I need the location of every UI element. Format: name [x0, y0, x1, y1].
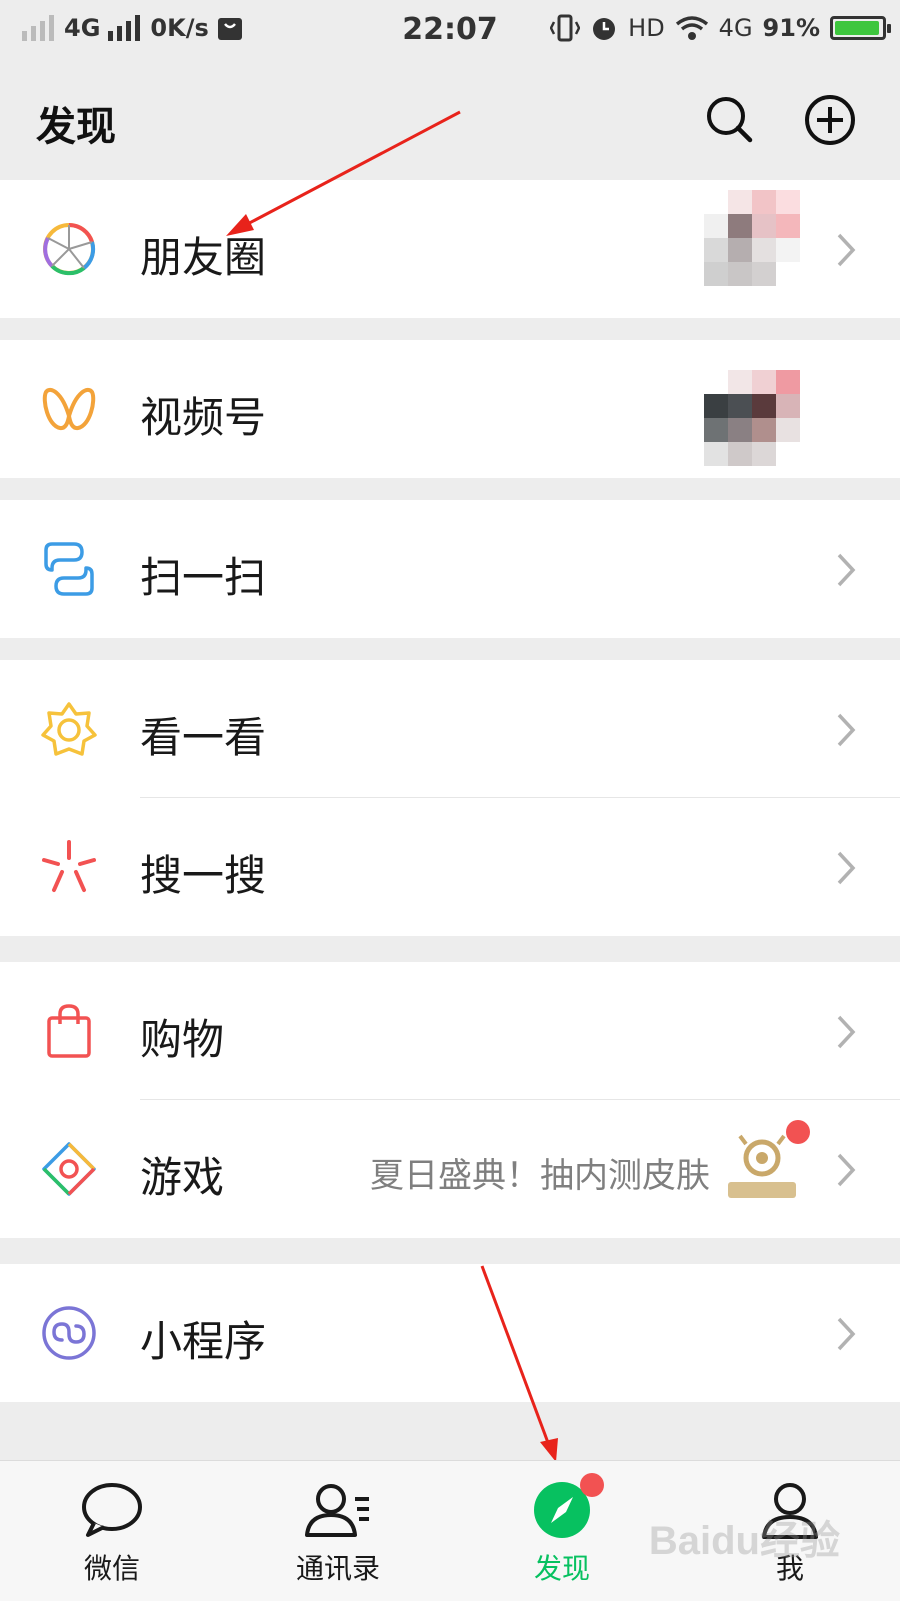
menu-label: 搜一搜 — [140, 851, 267, 900]
battery-percent: 91% — [762, 14, 820, 42]
menu-label: 购物 — [140, 1015, 225, 1064]
tab-label: 微信 — [83, 1552, 140, 1585]
group-shopping-games: 购物 游戏 夏日盛典！抽内测皮肤 — [0, 962, 900, 1238]
page-title: 发现 — [36, 104, 116, 150]
blurred-avatar — [704, 370, 800, 466]
top-stories-icon — [41, 702, 97, 756]
chevron-right-icon — [837, 553, 856, 587]
menu-label: 游戏 — [140, 1153, 225, 1202]
menu-item-top-stories[interactable]: 看一看 — [0, 660, 900, 798]
chevron-right-icon — [837, 713, 856, 747]
status-right: HD 4G 91% — [550, 14, 891, 42]
hd-label: HD — [628, 14, 665, 42]
group-channels: 视频号 — [0, 340, 900, 478]
chevron-right-icon — [837, 1015, 856, 1049]
add-button[interactable] — [802, 92, 858, 148]
search-spark-icon — [42, 840, 96, 892]
blurred-avatar — [704, 190, 800, 286]
plus-circle-icon — [805, 95, 855, 145]
tab-discover[interactable]: 发现 — [472, 1473, 652, 1597]
menu-item-search[interactable]: 搜一搜 — [0, 798, 900, 936]
header: 发现 — [0, 62, 900, 180]
watermark: Baidu经验 — [648, 1519, 840, 1563]
mini-program-icon — [42, 1306, 96, 1360]
honor-of-kings-logo-icon — [728, 1134, 796, 1198]
chevron-right-icon — [837, 1153, 856, 1187]
menu-item-channels[interactable]: 视频号 — [0, 340, 900, 478]
chat-bubble-icon — [82, 1483, 142, 1537]
chevron-right-icon — [837, 233, 856, 267]
tab-contacts[interactable]: 通讯录 — [248, 1481, 428, 1597]
menu-item-games[interactable]: 游戏 夏日盛典！抽内测皮肤 — [0, 1100, 900, 1238]
aperture-icon — [43, 222, 96, 276]
menu-label: 视频号 — [140, 393, 267, 442]
group-scan: 扫一扫 — [0, 500, 900, 638]
menu-item-mini-programs[interactable]: 小程序 — [0, 1264, 900, 1402]
network-label-right: 4G — [718, 14, 753, 42]
menu-label: 小程序 — [140, 1317, 267, 1366]
games-badge-dot — [786, 1120, 810, 1144]
battery-icon — [830, 16, 891, 40]
scan-icon — [44, 542, 94, 596]
vibrate-icon — [550, 14, 581, 42]
alarm-icon — [593, 18, 616, 40]
chevron-right-icon — [837, 851, 856, 885]
menu-label: 看一看 — [140, 713, 267, 762]
tab-label: 发现 — [533, 1552, 590, 1585]
menu-label: 朋友圈 — [140, 233, 267, 282]
status-bar: 4G 0K/s 22:07 HD 4G 91% — [0, 0, 900, 62]
wifi-icon — [675, 16, 708, 40]
menu-item-moments[interactable]: 朋友圈 — [0, 180, 900, 318]
search-button[interactable] — [702, 92, 758, 148]
shopping-bag-icon — [47, 1004, 91, 1058]
tab-label: 通讯录 — [295, 1552, 380, 1585]
chevron-right-icon — [837, 1317, 856, 1351]
menu-item-scan[interactable]: 扫一扫 — [0, 500, 900, 638]
search-icon — [707, 97, 753, 143]
group-moments: 朋友圈 — [0, 180, 900, 318]
channels-icon — [42, 387, 96, 431]
group-discover: 看一看 搜一搜 — [0, 660, 900, 936]
tab-chats[interactable]: 微信 — [22, 1481, 202, 1597]
group-mini-programs: 小程序 — [0, 1264, 900, 1402]
games-promo-text: 夏日盛典！抽内测皮肤 — [370, 1156, 710, 1196]
contacts-icon — [305, 1484, 369, 1537]
menu-label: 扫一扫 — [140, 553, 267, 602]
discover-badge-dot — [580, 1473, 604, 1497]
games-icon — [42, 1142, 96, 1196]
menu-item-shopping[interactable]: 购物 — [0, 962, 900, 1100]
